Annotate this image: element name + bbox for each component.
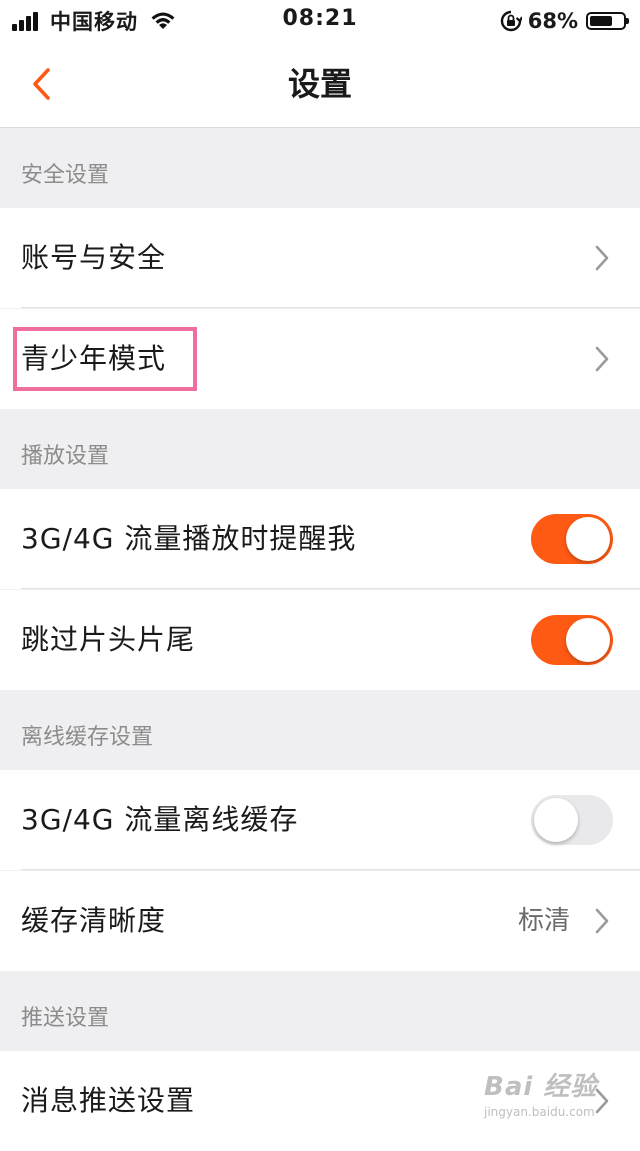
row-account-security[interactable]: 账号与安全 bbox=[0, 208, 640, 308]
row-label: 青少年模式 bbox=[21, 342, 167, 375]
cellular-play-reminder-toggle[interactable] bbox=[531, 514, 613, 564]
chevron-right-icon bbox=[595, 346, 609, 372]
toggle-knob bbox=[566, 517, 610, 561]
row-cache-quality[interactable]: 缓存清晰度 标清 bbox=[0, 871, 640, 971]
status-bar: 中国移动 08:21 68% bbox=[0, 0, 640, 42]
section-header-offline-cache: 离线缓存设置 bbox=[21, 725, 154, 750]
row-cellular-play-reminder: 3G/4G 流量播放时提醒我 bbox=[0, 489, 640, 589]
section-header-playback: 播放设置 bbox=[21, 444, 110, 469]
row-cellular-offline-cache: 3G/4G 流量离线缓存 bbox=[0, 770, 640, 870]
row-label: 消息推送设置 bbox=[21, 1084, 196, 1117]
row-skip-intro-outro: 跳过片头片尾 bbox=[0, 590, 640, 690]
section-header-push: 推送设置 bbox=[21, 1006, 110, 1031]
row-label: 账号与安全 bbox=[21, 241, 167, 274]
toggle-knob bbox=[566, 618, 610, 662]
skip-intro-outro-toggle[interactable] bbox=[531, 615, 613, 665]
toggle-knob bbox=[534, 798, 578, 842]
nav-bar: 设置 bbox=[0, 42, 640, 128]
orientation-lock-icon bbox=[500, 10, 522, 32]
row-label: 跳过片头片尾 bbox=[21, 623, 196, 656]
row-label: 缓存清晰度 bbox=[21, 904, 167, 937]
cache-quality-value: 标清 bbox=[517, 906, 570, 936]
row-message-push[interactable]: 消息推送设置 bbox=[0, 1051, 640, 1151]
chevron-right-icon bbox=[595, 908, 609, 934]
chevron-right-icon bbox=[595, 245, 609, 271]
cellular-offline-cache-toggle[interactable] bbox=[531, 795, 613, 845]
row-label: 3G/4G 流量离线缓存 bbox=[21, 803, 299, 836]
section-header-security: 安全设置 bbox=[21, 163, 110, 188]
row-label: 3G/4G 流量播放时提醒我 bbox=[21, 522, 357, 555]
battery-icon bbox=[586, 12, 629, 30]
page-title: 设置 bbox=[287, 65, 352, 103]
battery-percent: 68% bbox=[527, 9, 578, 33]
chevron-right-icon bbox=[595, 1088, 609, 1114]
battery-level bbox=[590, 16, 612, 26]
status-right: 68% bbox=[500, 6, 629, 36]
row-youth-mode[interactable]: 青少年模式 bbox=[0, 309, 640, 409]
